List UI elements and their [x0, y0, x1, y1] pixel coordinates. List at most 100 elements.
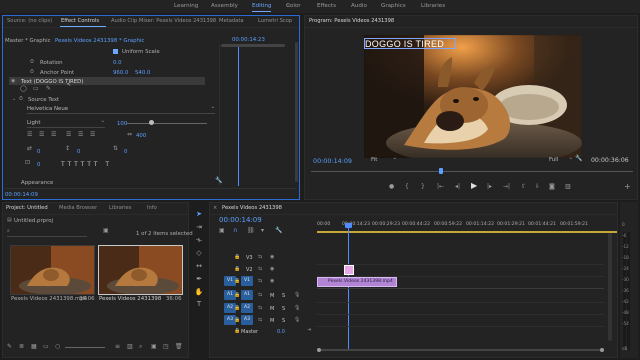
- stopwatch-icon[interactable]: ⏱: [30, 59, 34, 65]
- new-bin-icon[interactable]: ▣: [103, 228, 109, 234]
- style-dropdown[interactable]: Light: [27, 118, 105, 128]
- voice-over-icon[interactable]: 🎙: [294, 305, 300, 311]
- find-icon[interactable]: ⌕: [139, 344, 142, 350]
- lock-icon[interactable]: 🔒: [234, 266, 240, 272]
- lock-icon[interactable]: 🔒: [234, 328, 240, 334]
- rotation-value[interactable]: 0.0: [113, 60, 122, 66]
- tab-info[interactable]: Info: [147, 205, 157, 211]
- sync-lock-icon[interactable]: ⇆: [258, 254, 262, 260]
- eye-icon[interactable]: ◉: [270, 278, 274, 284]
- kerning-value[interactable]: 0: [37, 149, 40, 155]
- add-marker-icon[interactable]: ●: [389, 184, 394, 190]
- mute-button[interactable]: M: [270, 293, 274, 299]
- go-to-in-icon[interactable]: |←: [437, 184, 444, 190]
- project-search-input[interactable]: ⌕: [7, 228, 87, 237]
- mute-button[interactable]: M: [270, 318, 274, 324]
- slip-tool-icon[interactable]: ↔: [194, 261, 204, 271]
- play-icon[interactable]: ▶: [471, 182, 477, 190]
- tab-metadata[interactable]: Metadata: [219, 18, 244, 24]
- sort-icon[interactable]: ≡: [115, 344, 120, 350]
- font-size-slider-handle[interactable]: [149, 120, 154, 125]
- master-volume-value[interactable]: 0.0: [277, 329, 285, 335]
- timeline-horizontal-scrollbar[interactable]: [317, 346, 604, 352]
- track-lanes[interactable]: Pexels Videos 2431398.mp4: [317, 253, 604, 339]
- program-timecode[interactable]: 00:00:14:09: [313, 157, 352, 165]
- voice-over-icon[interactable]: 🎙: [294, 317, 300, 323]
- justify-icon[interactable]: ☰: [66, 132, 71, 138]
- ellipse-mask-icon[interactable]: ◯: [20, 86, 27, 92]
- program-playhead[interactable]: [439, 168, 443, 174]
- breadcrumb-clip[interactable]: Pexels Videos 2431398 * Graphic: [55, 38, 144, 44]
- tab-sequence[interactable]: Pexels Videos 2431398: [222, 205, 282, 211]
- program-video-frame[interactable]: DOGGO IS TIRED: [364, 35, 582, 158]
- solo-button[interactable]: S: [282, 306, 285, 312]
- baseline-value[interactable]: 0: [124, 149, 127, 155]
- stopwatch-icon[interactable]: ⏱: [19, 96, 23, 102]
- project-item-thumbnail-selected[interactable]: [98, 245, 183, 295]
- timeline-playhead-handle[interactable]: [345, 223, 352, 228]
- pencil-icon[interactable]: ✎: [7, 344, 12, 350]
- uniform-scale-checkbox[interactable]: [113, 49, 118, 54]
- justify-last-icon[interactable]: ☰: [78, 132, 83, 138]
- lift-icon[interactable]: ⇧: [521, 184, 526, 190]
- clear-icon[interactable]: 🗑: [175, 344, 183, 350]
- stopwatch-icon[interactable]: ⏱: [30, 69, 34, 75]
- effect-zoom-bar[interactable]: [221, 44, 285, 47]
- breadcrumb-master[interactable]: Master * Graphic: [5, 38, 51, 44]
- solo-button[interactable]: S: [282, 318, 285, 324]
- go-to-end-icon[interactable]: ⇥: [307, 327, 311, 333]
- tab-source[interactable]: Source: (no clips): [7, 18, 52, 24]
- workspace-learning[interactable]: Learning: [174, 3, 198, 9]
- track-label-a2[interactable]: A2: [241, 303, 253, 313]
- effect-scrollbar[interactable]: [295, 42, 298, 182]
- zoom-out-icon[interactable]: ○: [55, 344, 60, 350]
- tab-media-browser[interactable]: Media Browser: [59, 205, 97, 211]
- track-label-v1[interactable]: V1: [241, 276, 253, 286]
- new-bin-icon[interactable]: ▣: [151, 344, 157, 350]
- solo-button[interactable]: S: [282, 293, 285, 299]
- fit-dropdown[interactable]: Fit: [371, 155, 397, 164]
- mark-out-icon[interactable]: }: [421, 184, 425, 190]
- snap-icon[interactable]: ∩: [233, 228, 237, 234]
- timeline-ruler[interactable]: 00:00 00:00:14:23 00:00:29:23 00:00:44:2…: [317, 215, 617, 227]
- sync-lock-icon[interactable]: ⇆: [258, 317, 262, 323]
- text-style-buttons[interactable]: TTTTTT T: [61, 161, 112, 168]
- wrench-icon[interactable]: 🔧: [215, 178, 222, 184]
- anchor-y-value[interactable]: 540.0: [135, 70, 150, 76]
- lock-icon[interactable]: 🔒: [234, 254, 240, 260]
- lock-icon[interactable]: 🔒: [234, 278, 240, 284]
- comparison-view-icon[interactable]: ▥: [565, 184, 571, 190]
- razor-tool-icon[interactable]: ◇: [194, 248, 204, 258]
- hand-tool-icon[interactable]: ✋: [194, 287, 204, 297]
- tab-libraries[interactable]: Libraries: [109, 205, 131, 211]
- automate-icon[interactable]: ▥: [127, 344, 133, 350]
- add-marker-icon[interactable]: ▾: [261, 228, 264, 234]
- rectangle-mask-icon[interactable]: ▭: [33, 86, 39, 92]
- align-left-icon[interactable]: ☰: [27, 132, 32, 138]
- sync-lock-icon[interactable]: ⇆: [258, 266, 262, 272]
- workspace-assembly[interactable]: Assembly: [211, 3, 238, 9]
- pen-mask-icon[interactable]: ✎: [46, 86, 51, 92]
- effect-playhead[interactable]: [238, 44, 239, 186]
- workspace-color[interactable]: Color: [286, 3, 301, 9]
- tsume-value[interactable]: 0: [37, 162, 40, 168]
- timeline-timecode[interactable]: 00:00:14:09: [219, 216, 262, 224]
- effect-timecode[interactable]: 00:00:14:09: [5, 192, 38, 198]
- tab-effect-controls[interactable]: Effect Controls: [61, 18, 99, 24]
- voice-over-icon[interactable]: 🎙: [294, 292, 300, 298]
- mark-in-icon[interactable]: {: [405, 184, 409, 190]
- workspace-audio[interactable]: Audio: [351, 3, 367, 9]
- list-view-icon[interactable]: ≣: [19, 344, 24, 350]
- align-right-icon[interactable]: ☰: [51, 132, 56, 138]
- lock-icon[interactable]: 🔒: [234, 317, 240, 323]
- timeline-settings-icon[interactable]: 🔧: [275, 228, 282, 234]
- workspace-graphics[interactable]: Graphics: [381, 3, 406, 9]
- project-item-thumbnail[interactable]: [10, 245, 95, 295]
- export-frame-icon[interactable]: ◙: [549, 184, 555, 190]
- workspace-effects[interactable]: Effects: [317, 3, 336, 9]
- eye-icon[interactable]: ◉: [11, 78, 15, 84]
- track-label-a3[interactable]: A3: [241, 315, 253, 325]
- lock-icon[interactable]: 🔒: [234, 292, 240, 298]
- eye-icon[interactable]: ◉: [270, 266, 274, 272]
- tab-project[interactable]: Project: Untitled: [6, 205, 48, 211]
